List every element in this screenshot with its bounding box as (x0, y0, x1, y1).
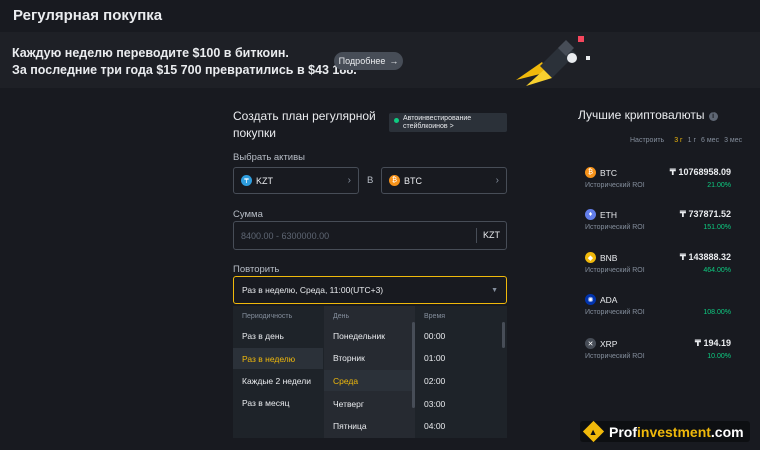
periodicity-option-selected[interactable]: Раз в неделю (233, 348, 323, 369)
day-option-selected[interactable]: Среда (324, 370, 412, 391)
more-button[interactable]: Подробнее → (334, 52, 403, 70)
day-option[interactable]: Понедельник (333, 331, 385, 341)
roi-value: 10.00% (707, 353, 731, 360)
repeat-label: Повторить (233, 264, 280, 275)
period-1y[interactable]: 1 г (688, 137, 696, 144)
time-option[interactable]: 03:00 (424, 399, 445, 409)
schedule-dropdown: Периодичность Раз в день Раз в неделю Ка… (233, 306, 507, 438)
roi-label: Исторический ROI (585, 182, 645, 189)
chevron-right-icon: › (495, 175, 499, 186)
watermark-text-part1: Prof (609, 423, 637, 440)
kzt-icon: ₸ (241, 175, 252, 186)
more-button-label: Подробнее (338, 56, 386, 66)
roi-value: 464.00% (703, 267, 731, 274)
arrow-right-icon: → (389, 56, 399, 66)
caret-down-icon: ▼ (491, 286, 498, 294)
periodicity-header: Периодичность (242, 313, 293, 320)
amount-input[interactable] (234, 222, 474, 249)
period-3m[interactable]: 3 мес (724, 137, 742, 144)
eth-icon: ♦ (585, 209, 596, 220)
time-scrollbar[interactable] (502, 322, 505, 348)
roi-label: Исторический ROI (585, 224, 645, 231)
to-asset-value: BTC (404, 175, 422, 186)
amount-field: KZT (233, 221, 507, 250)
time-option[interactable]: 02:00 (424, 376, 445, 386)
day-scrollbar[interactable] (412, 322, 415, 408)
periodicity-option[interactable]: Раз в день (242, 331, 284, 341)
time-option[interactable]: 01:00 (424, 353, 445, 363)
time-option[interactable]: 04:00 (424, 421, 445, 431)
banner-line-2: За последние три года $15 700 превратили… (12, 63, 357, 77)
configure-link[interactable]: Настроить (630, 137, 664, 144)
crypto-symbol: BNB (600, 252, 618, 263)
crypto-row[interactable]: ♦ ETH ₸ 737871.52 Исторический ROI 151.00… (585, 209, 731, 239)
from-asset-select[interactable]: ₸ KZT › (233, 167, 359, 194)
crypto-row[interactable]: ◆ BNB ₸ 143888.32 Исторический ROI 464.00… (585, 252, 731, 282)
crypto-price: ₸ 737871.52 (679, 209, 731, 219)
repeat-value: Раз в неделю, Среда, 11:00(UTC+3) (242, 285, 384, 295)
periodicity-option[interactable]: Каждые 2 недели (242, 376, 311, 386)
amount-currency: KZT (476, 228, 506, 243)
status-dot-icon (394, 118, 399, 123)
crypto-row[interactable]: ✕ XRP ₸ 194.19 Исторический ROI 10.00% (585, 338, 731, 368)
watermark-logo-icon: ▲ (582, 420, 605, 443)
bnb-icon: ◆ (585, 252, 596, 263)
crypto-symbol: XRP (600, 338, 618, 349)
crypto-price: ₸ 194.19 (694, 338, 731, 348)
watermark-text-part2: investment (637, 423, 711, 440)
period-bar: Настроить 3 г 1 г 6 мес 3 мес (630, 137, 742, 144)
roi-value: 151.00% (703, 224, 731, 231)
crypto-symbol: BTC (600, 167, 617, 178)
periodicity-option[interactable]: Раз в месяц (242, 398, 289, 408)
watermark: ▲ Profinvestment.com (580, 420, 750, 443)
time-option[interactable]: 00:00 (424, 331, 445, 341)
crypto-symbol: ADA (600, 294, 618, 305)
crypto-row[interactable]: ₿ BTC ₸ 10768958.09 Исторический ROI 21.0… (585, 167, 731, 197)
crypto-price: ₸ 10768958.09 (669, 167, 731, 177)
rocket-illustration (516, 36, 590, 86)
period-3y[interactable]: 3 г (674, 137, 682, 144)
page-title: Регулярная покупка (13, 7, 163, 24)
top-crypto-title-text: Лучшие криптовалюты (578, 108, 705, 122)
day-option[interactable]: Четверг (333, 399, 364, 409)
repeat-select[interactable]: Раз в неделю, Среда, 11:00(UTC+3) ▼ (233, 276, 507, 304)
periodicity-column: Периодичность Раз в день Раз в неделю Ка… (233, 306, 323, 438)
roi-value: 108.00% (703, 309, 731, 316)
amount-label: Сумма (233, 209, 263, 220)
day-column: День Понедельник Вторник Среда Четверг П… (324, 306, 415, 438)
crypto-symbol: ETH (600, 209, 617, 220)
banner-line-1: Каждую неделю переводите $100 в биткоин. (12, 46, 289, 60)
crypto-row[interactable]: ✺ ADA Исторический ROI 108.00% (585, 294, 731, 324)
auto-invest-badge[interactable]: Автоинвестирование стейблкоинов > (389, 113, 507, 132)
btc-icon: ₿ (389, 175, 400, 186)
period-6m[interactable]: 6 мес (701, 137, 719, 144)
info-icon[interactable]: i (708, 112, 718, 121)
watermark-text-part3: .com (710, 423, 744, 440)
roi-label: Исторический ROI (585, 353, 645, 360)
roi-label: Исторический ROI (585, 309, 645, 316)
day-option[interactable]: Пятница (333, 421, 367, 431)
time-header: Время (424, 313, 446, 320)
roi-value: 21.00% (707, 182, 731, 189)
time-column: Время 00:00 01:00 02:00 03:00 04:00 (416, 306, 507, 438)
chevron-right-icon: › (347, 175, 351, 186)
watermark-text: Profinvestment.com (609, 424, 744, 440)
select-assets-label: Выбрать активы (233, 152, 305, 163)
xrp-icon: ✕ (585, 338, 596, 349)
plan-title: Создать план регулярной покупки (233, 109, 376, 140)
top-crypto-title: Лучшие криптовалюты i (578, 108, 718, 122)
crypto-price: ₸ 143888.32 (679, 252, 731, 262)
from-asset-value: KZT (256, 175, 273, 186)
roi-label: Исторический ROI (585, 267, 645, 274)
auto-invest-label: Автоинвестирование стейблкоинов > (403, 115, 472, 130)
to-word: В (367, 175, 374, 186)
btc-icon: ₿ (585, 167, 596, 178)
to-asset-select[interactable]: ₿ BTC › (381, 167, 507, 194)
ada-icon: ✺ (585, 294, 596, 305)
day-header: День (333, 313, 350, 320)
day-option[interactable]: Вторник (333, 353, 365, 363)
